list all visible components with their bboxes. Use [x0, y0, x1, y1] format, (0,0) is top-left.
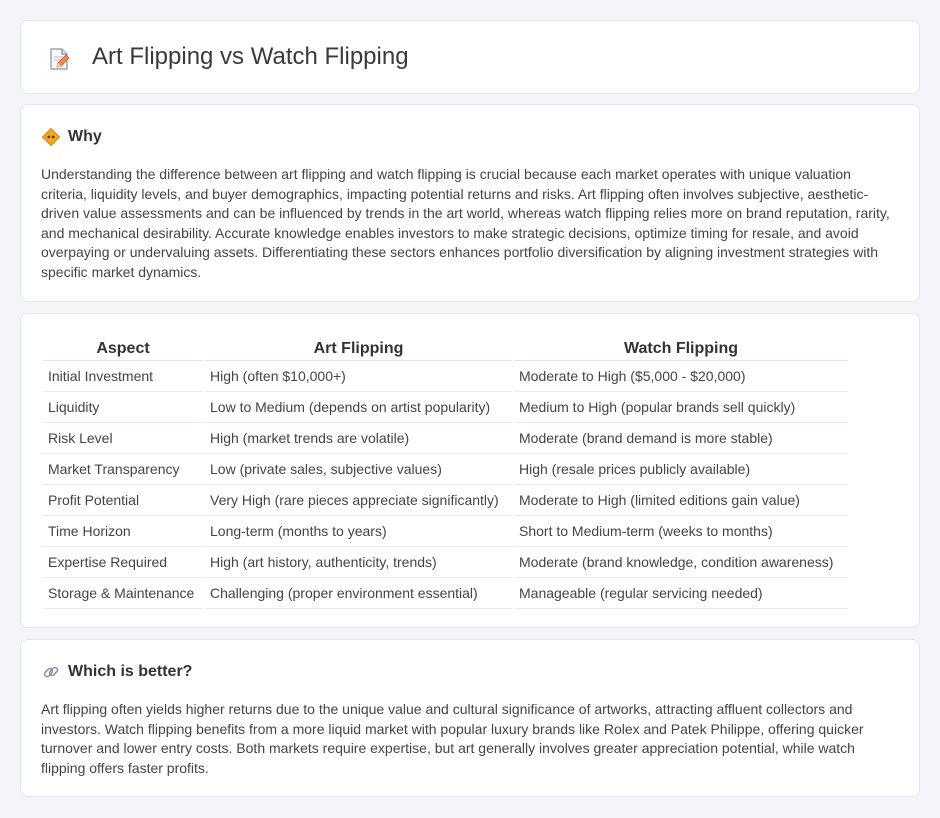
better-heading-row: Which is better? — [41, 662, 192, 682]
why-section: Why Understanding the difference between… — [20, 104, 920, 302]
comparison-table: Aspect Art Flipping Watch Flipping Initi… — [41, 334, 850, 609]
watch-cell: Medium to High (popular brands sell quic… — [514, 392, 848, 423]
art-cell: Low (private sales, subjective values) — [205, 454, 512, 485]
table-row: Time Horizon Long-term (months to years)… — [43, 516, 848, 547]
aspect-cell: Storage & Maintenance — [43, 578, 203, 609]
aspect-cell: Risk Level — [43, 423, 203, 454]
header-art-flipping: Art Flipping — [205, 334, 512, 361]
watch-cell: Short to Medium-term (weeks to months) — [514, 516, 848, 547]
art-cell: High (market trends are volatile) — [205, 423, 512, 454]
watch-cell: Moderate to High (limited editions gain … — [514, 485, 848, 516]
why-text: Understanding the difference between art… — [41, 166, 890, 280]
watch-cell: Moderate to High ($5,000 - $20,000) — [514, 361, 848, 392]
comparison-section: Aspect Art Flipping Watch Flipping Initi… — [20, 313, 920, 628]
table-row: Liquidity Low to Medium (depends on arti… — [43, 392, 848, 423]
watch-cell: Moderate (brand knowledge, condition awa… — [514, 547, 848, 578]
page-title: Art Flipping vs Watch Flipping — [92, 43, 409, 70]
aspect-cell: Profit Potential — [43, 485, 203, 516]
why-heading-row: Why — [41, 127, 102, 147]
art-cell: Low to Medium (depends on artist popular… — [205, 392, 512, 423]
table-header-row: Aspect Art Flipping Watch Flipping — [43, 334, 848, 361]
art-cell: Challenging (proper environment essentia… — [205, 578, 512, 609]
table-row: Initial Investment High (often $10,000+)… — [43, 361, 848, 392]
art-cell: High (art history, authenticity, trends) — [205, 547, 512, 578]
header-aspect: Aspect — [43, 334, 203, 361]
better-heading: Which is better? — [68, 663, 193, 680]
watch-cell: High (resale prices publicly available) — [514, 454, 848, 485]
table-row: Expertise Required High (art history, au… — [43, 547, 848, 578]
table-row: Storage & Maintenance Challenging (prope… — [43, 578, 848, 609]
header-watch-flipping: Watch Flipping — [514, 334, 848, 361]
table-row: Market Transparency Low (private sales, … — [43, 454, 848, 485]
watch-cell: Moderate (brand demand is more stable) — [514, 423, 848, 454]
which-is-better-section: Which is better? Art flipping often yiel… — [20, 639, 920, 797]
art-cell: Long-term (months to years) — [205, 516, 512, 547]
aspect-cell: Time Horizon — [43, 516, 203, 547]
aspect-cell: Expertise Required — [43, 547, 203, 578]
art-cell: High (often $10,000+) — [205, 361, 512, 392]
why-heading: Why — [68, 128, 102, 145]
aspect-cell: Liquidity — [43, 392, 203, 423]
table-row: Risk Level High (market trends are volat… — [43, 423, 848, 454]
watch-cell: Manageable (regular servicing needed) — [514, 578, 848, 609]
better-text: Art flipping often yields higher returns… — [41, 701, 864, 776]
art-cell: Very High (rare pieces appreciate signif… — [205, 485, 512, 516]
document-pencil-icon — [47, 47, 71, 71]
aspect-cell: Market Transparency — [43, 454, 203, 485]
aspect-cell: Initial Investment — [43, 361, 203, 392]
header-card: Art Flipping vs Watch Flipping — [20, 20, 920, 94]
diamond-sign-icon — [41, 127, 61, 147]
table-row: Profit Potential Very High (rare pieces … — [43, 485, 848, 516]
link-icon — [41, 662, 61, 682]
